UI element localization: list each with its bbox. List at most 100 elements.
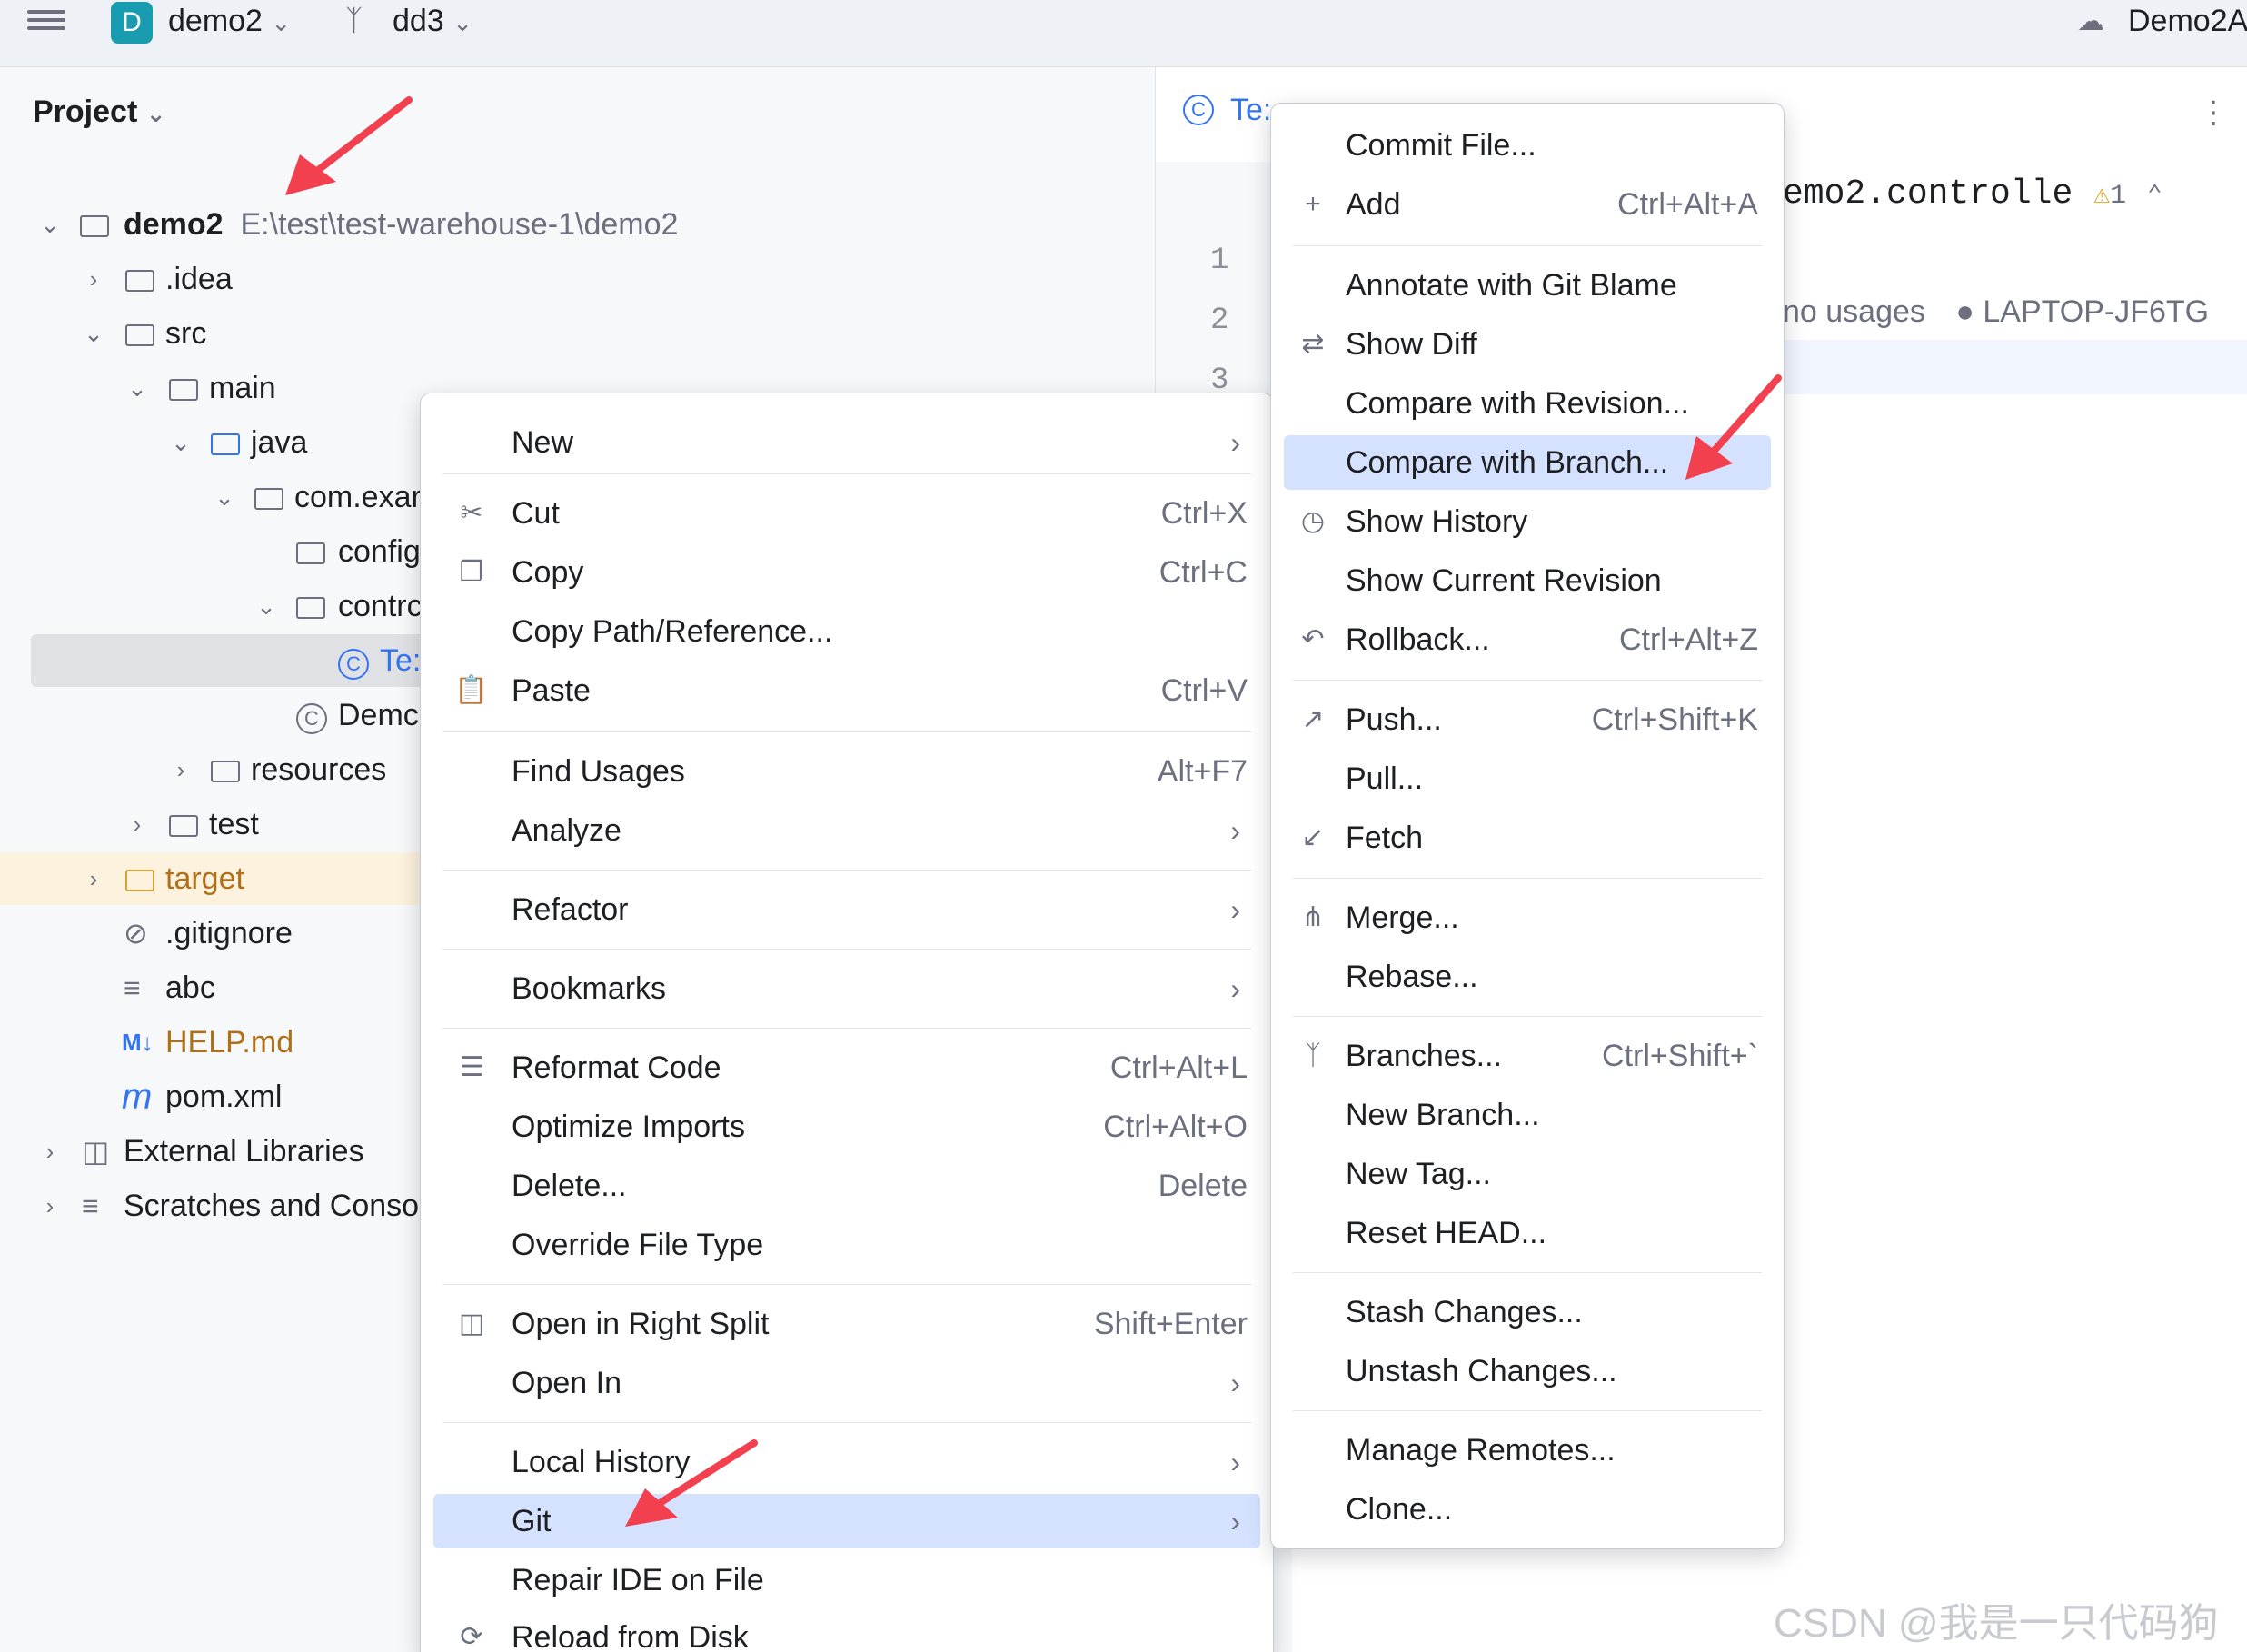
menu-item-show-history[interactable]: ◷ Show History — [1284, 494, 1771, 549]
tree-label: resources — [251, 752, 387, 787]
menu-item-local-history[interactable]: Local History › — [433, 1435, 1260, 1489]
menu-label: New Tag... — [1346, 1157, 1492, 1191]
chevron-right-icon[interactable]: › — [167, 743, 194, 796]
chevron-up-icon[interactable]: ⌃ — [2147, 183, 2162, 211]
branch-switcher[interactable]: dd3 ⌄ — [393, 4, 472, 39]
main-menu-icon[interactable] — [27, 5, 65, 38]
chevron-down-icon[interactable]: ⌄ — [36, 198, 64, 251]
menu-item-cut[interactable]: ✂ Cut Ctrl+X — [433, 486, 1260, 541]
menu-item-annotate[interactable]: Annotate with Git Blame — [1284, 258, 1771, 313]
chevron-right-icon[interactable]: › — [36, 1125, 64, 1178]
menu-item-pull[interactable]: Pull... — [1284, 751, 1771, 806]
editor-tab[interactable]: Te: — [1230, 93, 1271, 128]
project-name: demo2 — [168, 4, 263, 38]
menu-item-show-diff[interactable]: ⇄ Show Diff — [1284, 317, 1771, 372]
chevron-right-icon[interactable]: › — [36, 1179, 64, 1232]
menu-label: Cut — [512, 496, 560, 531]
menu-item-override-file-type[interactable]: Override File Type — [433, 1218, 1260, 1272]
chevron-down-icon[interactable]: ⌄ — [80, 307, 107, 360]
chevron-right-icon[interactable]: › — [80, 852, 107, 905]
code-line[interactable]: emo2.controlle ⚠1 ⌃ — [1783, 174, 2162, 214]
menu-shortcut: Ctrl+Alt+A — [1617, 187, 1758, 222]
chevron-right-icon: › — [1230, 1446, 1240, 1478]
menu-item-add[interactable]: + Add Ctrl+Alt+A — [1284, 177, 1771, 232]
menu-item-stash[interactable]: Stash Changes... — [1284, 1285, 1771, 1339]
menu-item-analyze[interactable]: Analyze › — [433, 803, 1260, 858]
menu-item-fetch[interactable]: ↙ Fetch — [1284, 811, 1771, 865]
warning-icon[interactable]: ⚠ — [2093, 181, 2110, 212]
chevron-right-icon[interactable]: › — [80, 253, 107, 305]
annotation-arrow-root — [285, 96, 413, 195]
menu-item-open-in[interactable]: Open In › — [433, 1356, 1260, 1410]
chevron-down-icon[interactable]: ⌄ — [124, 362, 151, 414]
menu-item-new-branch[interactable]: New Branch... — [1284, 1088, 1771, 1142]
menu-item-copy-path[interactable]: Copy Path/Reference... — [433, 604, 1260, 659]
tree-item-demo2[interactable]: ⌄ demo2 E:\test\test-warehouse-1\demo2 — [0, 198, 1156, 251]
menu-item-rebase[interactable]: Rebase... — [1284, 950, 1771, 1004]
menu-item-reload[interactable]: ⟳ Reload from Disk — [433, 1610, 1260, 1652]
menu-item-commit-file[interactable]: Commit File... — [1284, 118, 1771, 173]
menu-separator — [442, 870, 1251, 871]
menu-label: Stash Changes... — [1346, 1295, 1583, 1329]
menu-item-merge[interactable]: ⋔ Merge... — [1284, 891, 1771, 945]
menu-shortcut: Ctrl+Shift+K — [1591, 702, 1758, 737]
chevron-down-icon[interactable]: ⌄ — [253, 580, 280, 632]
menu-item-clone[interactable]: Clone... — [1284, 1482, 1771, 1537]
menu-item-repair-ide[interactable]: Repair IDE on File — [433, 1553, 1260, 1607]
menu-item-git[interactable]: Git › — [433, 1494, 1260, 1548]
tree-item-idea[interactable]: › .idea — [0, 253, 1156, 305]
menu-item-new[interactable]: New › — [433, 415, 1260, 470]
chevron-down-icon[interactable]: ⌄ — [167, 416, 194, 469]
menu-item-rollback[interactable]: ↶ Rollback... Ctrl+Alt+Z — [1284, 612, 1771, 667]
menu-item-find-usages[interactable]: Find Usages Alt+F7 — [433, 744, 1260, 799]
menu-item-push[interactable]: ↗ Push... Ctrl+Shift+K — [1284, 692, 1771, 747]
tree-item-src[interactable]: ⌄ src — [0, 307, 1156, 360]
menu-item-unstash[interactable]: Unstash Changes... — [1284, 1344, 1771, 1398]
menu-item-delete[interactable]: Delete... Delete — [433, 1159, 1260, 1213]
menu-item-open-right-split[interactable]: ◫ Open in Right Split Shift+Enter — [433, 1297, 1260, 1351]
more-options-icon[interactable]: ⋮ — [2198, 95, 2229, 131]
inlay-hints: no usages ● LAPTOP-JF6TG — [1783, 294, 2209, 330]
tree-label: target — [165, 861, 244, 896]
reload-icon: ⟳ — [460, 1622, 483, 1652]
menu-item-paste[interactable]: 📋 Paste Ctrl+V — [433, 663, 1260, 718]
project-badge[interactable]: D — [111, 2, 153, 44]
menu-item-copy[interactable]: ❐ Copy Ctrl+C — [433, 545, 1260, 600]
menu-item-branches[interactable]: ᛉ Branches... Ctrl+Shift+` — [1284, 1029, 1771, 1083]
chevron-right-icon: › — [1230, 426, 1240, 459]
plus-icon: + — [1305, 189, 1321, 219]
menu-item-bookmarks[interactable]: Bookmarks › — [433, 961, 1260, 1016]
line-number: 1 — [1210, 244, 1229, 278]
menu-item-optimize-imports[interactable]: Optimize Imports Ctrl+Alt+O — [433, 1100, 1260, 1154]
menu-shortcut: Shift+Enter — [1093, 1307, 1248, 1341]
run-config-icon: ☁ — [2077, 6, 2104, 36]
line-number: 2 — [1210, 304, 1229, 338]
tree-label: pom.xml — [165, 1080, 283, 1114]
diff-icon: ⇄ — [1301, 329, 1325, 359]
menu-item-reformat[interactable]: ☰ Reformat Code Ctrl+Alt+L — [433, 1040, 1260, 1095]
menu-item-manage-remotes[interactable]: Manage Remotes... — [1284, 1423, 1771, 1478]
merge-icon: ⋔ — [1301, 902, 1325, 932]
menu-label: Merge... — [1346, 901, 1459, 935]
split-icon: ◫ — [458, 1309, 485, 1339]
chevron-down-icon[interactable]: ⌄ — [211, 471, 238, 523]
menu-label: Reset HEAD... — [1346, 1216, 1547, 1250]
package-icon — [296, 580, 325, 632]
markdown-file-icon: M↓ — [122, 1029, 154, 1056]
menu-shortcut: Ctrl+Alt+L — [1109, 1050, 1248, 1085]
tree-label: src — [165, 316, 207, 351]
run-config-name[interactable]: Demo2A — [2128, 4, 2247, 39]
menu-item-refactor[interactable]: Refactor › — [433, 882, 1260, 937]
chevron-right-icon[interactable]: › — [124, 798, 151, 851]
usages-hint[interactable]: no usages — [1783, 294, 1925, 329]
menu-item-new-tag[interactable]: New Tag... — [1284, 1147, 1771, 1201]
menu-label: Rebase... — [1346, 960, 1478, 994]
author-hint[interactable]: LAPTOP-JF6TG — [1983, 294, 2209, 329]
chevron-right-icon: › — [1230, 814, 1240, 847]
project-view-title[interactable]: Project ⌄ — [33, 95, 166, 130]
project-switcher[interactable]: demo2 ⌄ — [168, 4, 291, 39]
menu-item-show-current-revision[interactable]: Show Current Revision — [1284, 553, 1771, 608]
menu-label: Annotate with Git Blame — [1346, 268, 1677, 303]
menu-item-reset-head[interactable]: Reset HEAD... — [1284, 1206, 1771, 1260]
menu-label: Paste — [512, 673, 591, 708]
